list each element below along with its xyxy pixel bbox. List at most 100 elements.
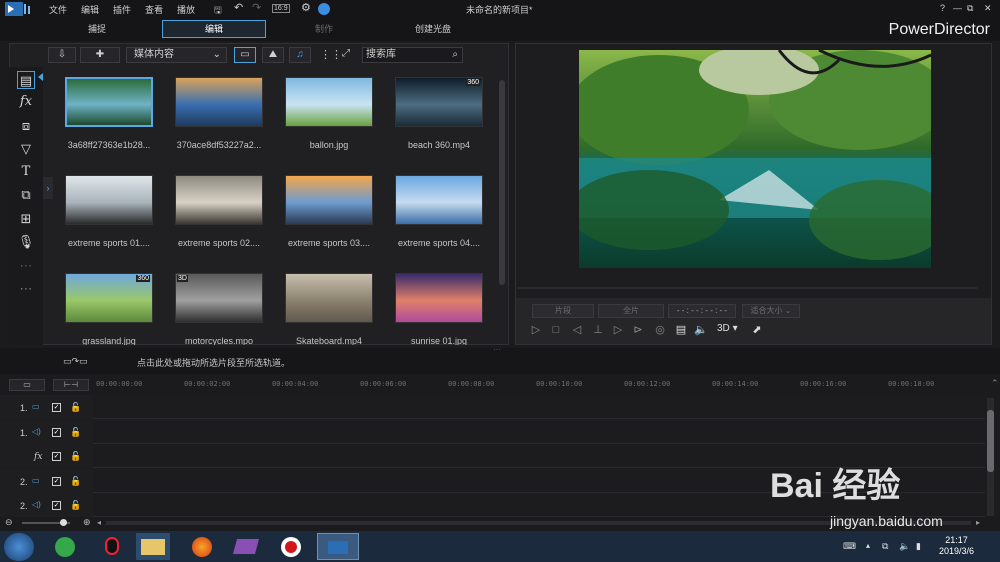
preview-timeline-slider[interactable]	[517, 287, 977, 289]
media-thumbnail[interactable]	[395, 175, 483, 225]
tab-edit[interactable]: 编辑	[162, 20, 266, 38]
track-enable-checkbox[interactable]: ✓	[52, 427, 61, 437]
media-thumbnail[interactable]	[175, 77, 263, 127]
split-icon[interactable]: ⊥	[591, 323, 605, 337]
zoom-in-icon[interactable]: ⊕	[83, 517, 91, 528]
zoom-slider[interactable]	[22, 519, 70, 526]
media-thumbnail[interactable]	[65, 175, 153, 225]
pip-objects-icon[interactable]: ⧈	[17, 117, 35, 135]
media-item[interactable]: extreme sports 02....	[173, 168, 269, 260]
media-item[interactable]: ballon.jpg	[283, 70, 379, 162]
clip-mode-button[interactable]: 片段	[532, 304, 594, 318]
media-item[interactable]: extreme sports 01....	[63, 168, 159, 260]
track-lock-icon[interactable]: 🔓	[70, 476, 81, 487]
volume-icon[interactable]: 🔈	[694, 323, 708, 337]
menu-playback[interactable]: 播放	[177, 3, 195, 16]
fast-forward-icon[interactable]: ⊳	[631, 323, 645, 337]
media-room-icon[interactable]: ▤	[17, 71, 35, 89]
track-lock-icon[interactable]: 🔓	[70, 402, 81, 413]
media-item[interactable]: sunrise 01.jpg	[393, 266, 489, 345]
tray-arrow-icon[interactable]: ▴	[866, 541, 870, 550]
menu-file[interactable]: 文件	[49, 3, 67, 16]
library-search-input[interactable]: 搜索库 ⌕	[362, 47, 463, 63]
thumbnail-size-icon[interactable]: ⤢	[342, 48, 350, 59]
subtitle-icon[interactable]: ▤	[674, 323, 688, 337]
3d-mode-button[interactable]: 3D ▾	[717, 323, 738, 334]
voiceover-microphone-icon[interactable]: 🎙	[17, 233, 35, 251]
track-enable-checkbox[interactable]: ✓	[52, 476, 61, 486]
media-thumbnail[interactable]: 3D	[175, 273, 263, 323]
timeline-track[interactable]: 1. ▭ ✓ 🔓	[0, 395, 985, 419]
zoom-out-icon[interactable]: ⊖	[5, 517, 13, 528]
snapshot-camera-icon[interactable]: ◎	[653, 323, 667, 337]
taskbar-clock[interactable]: 21:17 2019/3/6	[939, 535, 974, 557]
tray-network-icon[interactable]: ⧉	[882, 541, 888, 552]
minimize-button[interactable]: —	[953, 3, 962, 13]
media-item[interactable]: 370ace8df53227a2...	[173, 70, 269, 162]
help-button[interactable]: ?	[940, 3, 945, 13]
grid-view-icon[interactable]: ⋮⋮	[320, 48, 342, 61]
undo-icon[interactable]: ↶	[234, 1, 243, 14]
track-enable-checkbox[interactable]: ✓	[52, 403, 61, 412]
restore-button[interactable]: ⧉	[967, 3, 973, 14]
media-item[interactable]: 360 grassland.jpg	[63, 266, 159, 345]
filter-video-icon[interactable]: ▭	[234, 47, 256, 63]
start-button-icon[interactable]	[4, 533, 34, 561]
subtitle-room-icon[interactable]: ⋯	[17, 280, 35, 298]
zoom-slider-handle[interactable]	[60, 519, 67, 526]
media-item[interactable]: 3D motorcycles.mpo	[173, 266, 269, 345]
keyboard-icon[interactable]: ⌨	[843, 541, 856, 552]
taskbar-explorer-icon[interactable]	[136, 533, 170, 560]
title-room-icon[interactable]: T	[17, 163, 35, 181]
play-icon[interactable]: ▷	[529, 323, 543, 337]
media-thumbnail[interactable]	[285, 273, 373, 323]
tab-create-disc[interactable]: 创建光盘	[395, 20, 471, 38]
taskbar-qq-icon[interactable]	[95, 533, 129, 560]
close-button[interactable]: ✕	[984, 3, 992, 14]
menu-plugins[interactable]: 插件	[113, 3, 131, 16]
particle-room-icon[interactable]: ▽	[17, 140, 35, 158]
track-lock-icon[interactable]: 🔓	[70, 427, 81, 438]
menu-view[interactable]: 查看	[145, 3, 163, 16]
movie-mode-button[interactable]: 全片	[598, 304, 664, 318]
fit-timeline-icon[interactable]: ⊢⊣	[53, 379, 89, 391]
scroll-left-icon[interactable]: ◂	[97, 518, 101, 527]
settings-gear-icon[interactable]: ⚙	[301, 1, 311, 14]
stop-icon[interactable]: □	[549, 323, 563, 337]
redo-icon[interactable]: ↷	[252, 1, 261, 14]
expand-arrow-icon[interactable]	[38, 73, 43, 81]
splitter-handle-icon[interactable]: ⋯	[493, 345, 501, 354]
media-thumbnail[interactable]: 360	[65, 273, 153, 323]
audio-mixing-icon[interactable]: ⊞	[17, 210, 35, 228]
track-lock-icon[interactable]: 🔓	[70, 500, 81, 511]
track-enable-checkbox[interactable]: ✓	[52, 501, 61, 510]
undock-window-icon[interactable]: ⬈	[750, 323, 764, 337]
media-item[interactable]: Skateboard.mp4	[283, 266, 379, 345]
save-icon[interactable]: 🖫	[214, 3, 222, 19]
media-thumbnail[interactable]	[285, 77, 373, 127]
battery-icon[interactable]: ▮	[916, 541, 921, 552]
filter-image-icon[interactable]: ⛰	[262, 47, 284, 63]
media-item[interactable]: extreme sports 04....	[393, 168, 489, 260]
timeline-collapse-icon[interactable]: ⌃	[991, 378, 999, 389]
account-icon[interactable]	[318, 3, 330, 15]
media-thumbnail[interactable]	[65, 77, 153, 127]
media-item[interactable]: 3a68ff27363e1b28...	[63, 70, 159, 162]
media-thumbnail[interactable]	[395, 273, 483, 323]
plugins-puzzle-icon[interactable]: ✚	[80, 47, 120, 63]
timeline-vscroll-thumb[interactable]	[987, 410, 994, 472]
media-thumbnail[interactable]: 360	[395, 77, 483, 127]
scroll-right-icon[interactable]: ▸	[976, 518, 980, 527]
track-manager-icon[interactable]: ▭	[9, 379, 45, 391]
previous-frame-icon[interactable]: ◁	[570, 323, 584, 337]
volume-tray-icon[interactable]: 🔈	[899, 541, 910, 552]
timeline-track[interactable]: 1. ◁) ✓ 🔓	[0, 419, 985, 444]
taskbar-record-icon[interactable]	[274, 533, 308, 560]
taskbar-360-icon[interactable]	[48, 533, 82, 560]
taskbar-media-icon[interactable]	[229, 533, 263, 560]
transition-room-icon[interactable]: ⧉	[17, 186, 35, 204]
media-item[interactable]: extreme sports 03....	[283, 168, 379, 260]
media-thumbnail[interactable]	[285, 175, 373, 225]
tab-capture[interactable]: 捕捉	[57, 20, 137, 38]
filter-audio-icon[interactable]: ♫	[289, 47, 311, 63]
